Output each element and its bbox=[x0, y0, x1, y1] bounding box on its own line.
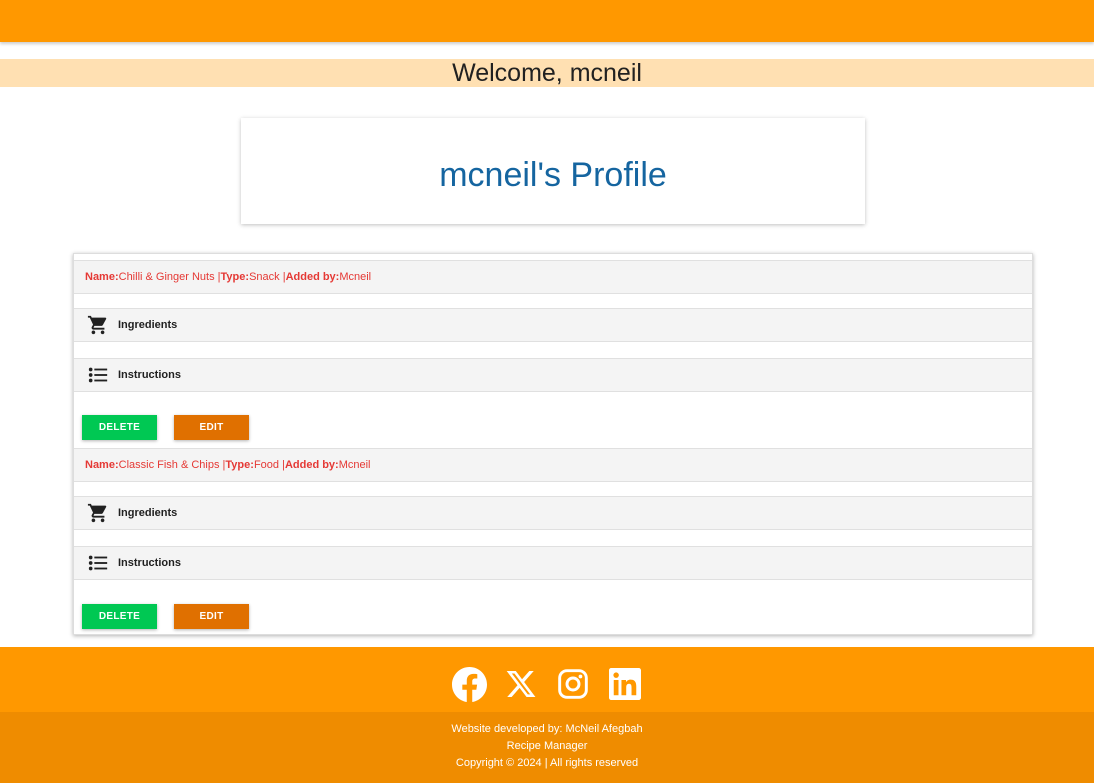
profile-card: mcneil's Profile bbox=[241, 118, 865, 224]
ingredients-label: Ingredients bbox=[118, 319, 178, 331]
type-label: Type: bbox=[220, 271, 250, 283]
instructions-label: Instructions bbox=[118, 369, 181, 381]
instructions-toggle[interactable]: Instructions bbox=[74, 546, 1032, 580]
profile-title: mcneil's Profile bbox=[439, 155, 667, 194]
type-label: Type: bbox=[225, 459, 254, 471]
top-nav-bar bbox=[0, 0, 1094, 42]
recipe-list: Name: Chilli & Ginger Nuts | Type: Snack… bbox=[73, 253, 1033, 635]
welcome-banner: Welcome, mcneil bbox=[0, 59, 1094, 87]
social-links bbox=[0, 665, 1094, 703]
footer-developer: Website developed by: McNeil Afegbah bbox=[451, 723, 643, 735]
facebook-icon[interactable] bbox=[451, 665, 487, 703]
ingredients-toggle[interactable]: Ingredients bbox=[74, 496, 1032, 530]
recipe-name: Classic Fish & Chips bbox=[118, 459, 220, 471]
recipe-added-by: Mcneil bbox=[338, 459, 371, 471]
list-icon bbox=[87, 364, 109, 386]
footer-credits: Website developed by: McNeil Afegbah Rec… bbox=[0, 712, 1094, 783]
ingredients-toggle[interactable]: Ingredients bbox=[74, 308, 1032, 342]
recipe-header[interactable]: Name: Classic Fish & Chips | Type: Food … bbox=[74, 448, 1032, 482]
ingredients-label: Ingredients bbox=[118, 507, 178, 519]
recipe-type: Food bbox=[253, 459, 280, 471]
x-icon[interactable] bbox=[503, 665, 539, 703]
delete-button[interactable]: DELETE bbox=[82, 415, 157, 440]
footer-app-name: Recipe Manager bbox=[506, 740, 588, 752]
edit-button[interactable]: EDIT bbox=[174, 415, 249, 440]
name-label: Name: bbox=[85, 459, 119, 471]
instructions-toggle[interactable]: Instructions bbox=[74, 358, 1032, 392]
delete-button[interactable]: DELETE bbox=[82, 604, 157, 629]
added-by-label: Added by: bbox=[284, 459, 339, 471]
instagram-icon[interactable] bbox=[555, 665, 591, 703]
recipe-header[interactable]: Name: Chilli & Ginger Nuts | Type: Snack… bbox=[74, 260, 1032, 294]
shopping-cart-icon bbox=[87, 502, 109, 524]
recipe-name: Chilli & Ginger Nuts bbox=[118, 271, 215, 283]
linkedin-icon[interactable] bbox=[607, 665, 643, 703]
shopping-cart-icon bbox=[87, 314, 109, 336]
recipe-added-by: Mcneil bbox=[339, 271, 372, 283]
list-icon bbox=[87, 552, 109, 574]
added-by-label: Added by: bbox=[285, 271, 340, 283]
footer: Website developed by: McNeil Afegbah Rec… bbox=[0, 647, 1094, 783]
name-label: Name: bbox=[85, 271, 119, 283]
recipe-type: Snack bbox=[249, 271, 280, 283]
footer-copyright: Copyright © 2024 | All rights reserved bbox=[455, 757, 639, 769]
edit-button[interactable]: EDIT bbox=[174, 604, 249, 629]
instructions-label: Instructions bbox=[118, 557, 181, 569]
